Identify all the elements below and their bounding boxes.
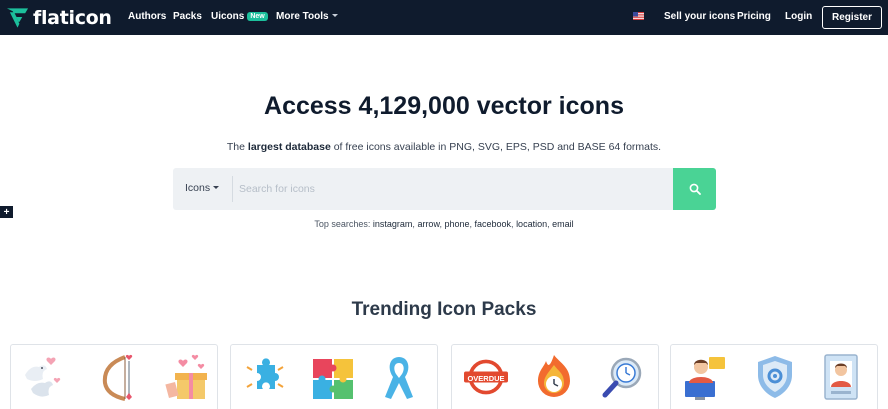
search-input[interactable] xyxy=(236,174,666,204)
security-shield-icon xyxy=(758,356,792,398)
awareness-ribbon-icon xyxy=(385,357,413,399)
hero-subtitle-pre: The xyxy=(226,141,248,153)
flaticon-logo-icon xyxy=(6,7,29,28)
flaticon-logo[interactable]: flaticon xyxy=(6,5,112,30)
support-agent-icon xyxy=(685,357,725,400)
nav-packs[interactable]: Packs xyxy=(173,11,202,22)
bow-and-arrow-icon xyxy=(102,354,133,401)
top-search-link[interactable]: phone xyxy=(444,219,469,229)
nav-uicons[interactable]: Uicons New xyxy=(211,11,268,22)
register-button[interactable]: Register xyxy=(822,6,882,29)
trending-packs-title: Trending Icon Packs xyxy=(351,299,537,320)
logo-text: flaticon xyxy=(33,6,112,29)
icon-pack-card[interactable] xyxy=(10,344,218,409)
doves-icon xyxy=(25,357,61,397)
hero-subtitle-post: of free icons available in PNG, SVG, EPS… xyxy=(330,141,662,153)
search-icon xyxy=(689,183,701,195)
nav-authors[interactable]: Authors xyxy=(128,11,166,22)
burning-clock-icon xyxy=(538,355,570,397)
search-button[interactable] xyxy=(673,168,716,210)
magnifier-clock-icon xyxy=(602,357,642,398)
login-link[interactable]: Login xyxy=(785,11,812,22)
search-bar: Icons xyxy=(173,168,716,210)
new-badge: New xyxy=(247,12,268,21)
top-navbar: flaticon Authors Packs Uicons New More To… xyxy=(0,0,888,35)
chevron-down-icon xyxy=(331,14,338,17)
hero-subtitle: The largest database of free icons avail… xyxy=(0,141,888,153)
top-search-link[interactable]: instagram xyxy=(373,219,413,229)
nav-more-tools-label: More Tools xyxy=(276,11,329,22)
top-search-link[interactable]: location xyxy=(516,219,547,229)
puzzle-piece-icon xyxy=(246,358,284,389)
hero-title: Access 4,129,000 vector icons xyxy=(264,92,624,120)
nav-more-tools[interactable]: More Tools xyxy=(276,11,338,22)
sell-your-icons-link[interactable]: Sell your icons xyxy=(664,11,735,22)
overdue-stamp-label: OVERDUE xyxy=(467,374,505,383)
nav-uicons-label: Uicons xyxy=(211,11,245,22)
icon-pack-card[interactable]: OVERDUE xyxy=(451,344,659,409)
puzzle-pieces-icon xyxy=(313,359,353,399)
hero-subtitle-bold: largest database xyxy=(247,141,331,153)
search-type-label: Icons xyxy=(185,182,211,194)
top-search-link[interactable]: facebook xyxy=(475,219,512,229)
pricing-link[interactable]: Pricing xyxy=(737,11,771,22)
us-flag-icon[interactable] xyxy=(633,12,644,20)
chevron-down-icon xyxy=(213,186,220,189)
top-search-link[interactable]: arrow xyxy=(417,219,439,229)
top-search-link[interactable]: email xyxy=(552,219,574,229)
search-divider xyxy=(232,176,233,202)
icon-pack-card[interactable] xyxy=(670,344,878,409)
gift-box-hearts-icon xyxy=(165,354,207,399)
icon-pack-card[interactable] xyxy=(230,344,438,409)
top-searches-label: Top searches: xyxy=(314,219,371,229)
employee-badge-icon xyxy=(824,354,858,400)
search-type-dropdown[interactable]: Icons xyxy=(185,182,220,194)
side-plus-tab[interactable]: + xyxy=(0,206,13,218)
top-searches: Top searches: instagram, arrow, phone, f… xyxy=(314,219,574,229)
